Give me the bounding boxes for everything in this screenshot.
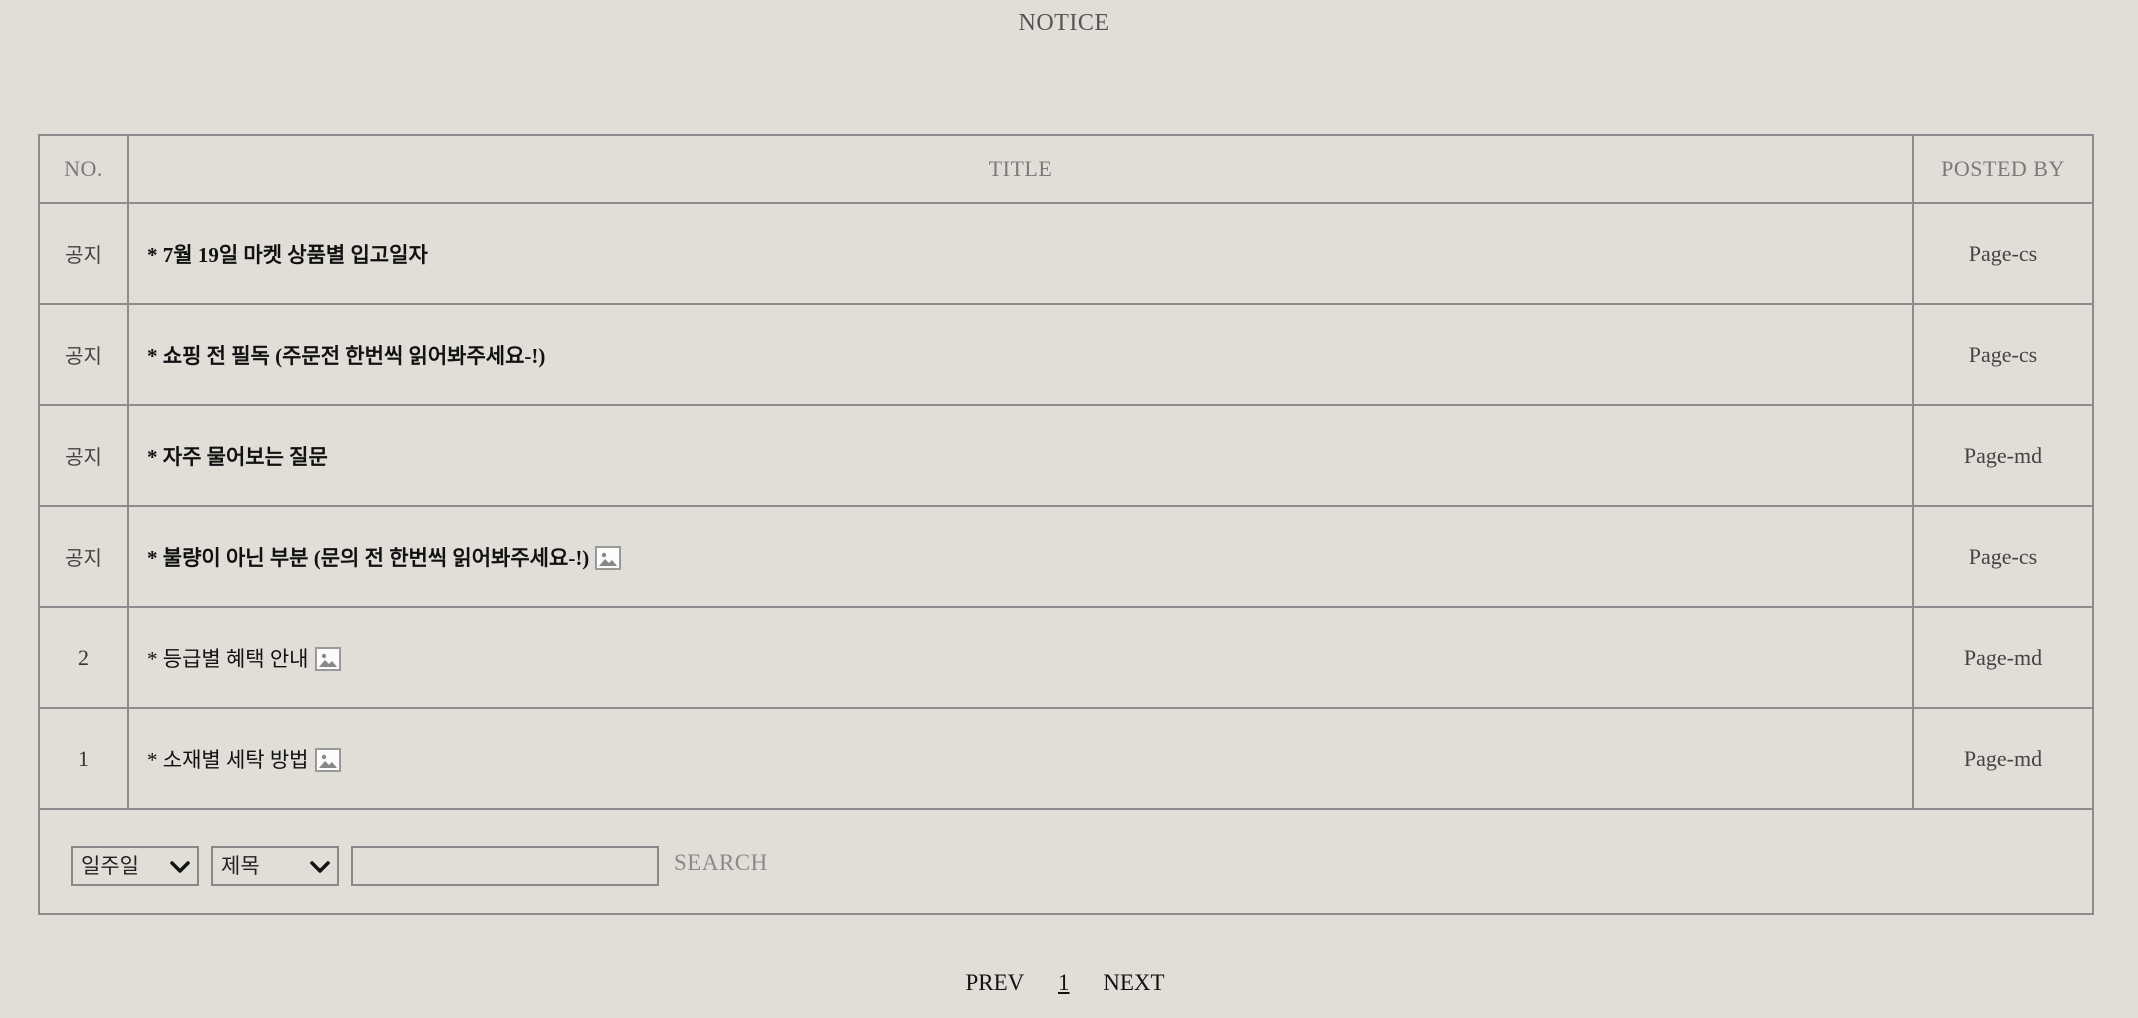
row-number: 공지 bbox=[40, 505, 129, 608]
table-row[interactable]: 공지 * 7월 19일 마켓 상품별 입고일자 Page-cs bbox=[40, 202, 2092, 305]
field-select-value: 제목 bbox=[221, 854, 260, 878]
row-title-cell: * 쇼핑 전 필독 (주문전 한번씩 읽어봐주세요-!) bbox=[127, 303, 1914, 406]
prev-page-button[interactable]: PREV bbox=[965, 970, 1024, 996]
row-posted-by: Page-cs bbox=[1912, 505, 2092, 608]
row-title-cell: * 소재별 세탁 방법 bbox=[127, 707, 1914, 810]
row-posted-by: Page-cs bbox=[1912, 202, 2092, 305]
row-title-cell: * 등급별 혜택 안내 bbox=[127, 606, 1914, 709]
image-icon bbox=[314, 646, 341, 671]
post-title-link[interactable]: * 쇼핑 전 필독 (주문전 한번씩 읽어봐주세요-!) bbox=[147, 344, 545, 368]
row-posted-by: Page-md bbox=[1912, 404, 2092, 507]
post-title-link[interactable]: * 자주 물어보는 질문 bbox=[147, 445, 328, 469]
search-input[interactable] bbox=[351, 846, 659, 886]
current-page-link[interactable]: 1 bbox=[1058, 970, 1070, 996]
notice-board: NO. TITLE POSTED BY 공지 * 7월 19일 마켓 상품별 입고… bbox=[38, 134, 2094, 915]
header-posted-by: POSTED BY bbox=[1912, 136, 2092, 204]
field-select[interactable]: 제목 bbox=[211, 846, 339, 886]
page-title: NOTICE bbox=[1018, 10, 1110, 36]
row-number: 2 bbox=[40, 606, 129, 709]
post-title-link[interactable]: * 소재별 세탁 방법 bbox=[147, 748, 309, 772]
table-row[interactable]: 공지 * 불량이 아닌 부분 (문의 전 한번씩 읽어봐주세요-!) Page-cs bbox=[40, 505, 2092, 608]
search-bar: 일주일 제목 SEARCH bbox=[40, 810, 2092, 913]
row-title-cell: * 7월 19일 마켓 상품별 입고일자 bbox=[127, 202, 1914, 305]
pagination: PREV 1 NEXT bbox=[0, 970, 2130, 996]
table-header-row: NO. TITLE POSTED BY bbox=[40, 136, 2092, 204]
chevron-down-icon bbox=[309, 854, 331, 890]
header-title: TITLE bbox=[127, 136, 1914, 204]
table-row[interactable]: 공지 * 자주 물어보는 질문 Page-md bbox=[40, 404, 2092, 507]
table-row[interactable]: 공지 * 쇼핑 전 필독 (주문전 한번씩 읽어봐주세요-!) Page-cs bbox=[40, 303, 2092, 406]
post-title-link[interactable]: * 불량이 아닌 부분 (문의 전 한번씩 읽어봐주세요-!) bbox=[147, 546, 589, 570]
next-page-button[interactable]: NEXT bbox=[1103, 970, 1164, 996]
notice-table: NO. TITLE POSTED BY 공지 * 7월 19일 마켓 상품별 입고… bbox=[40, 136, 2092, 810]
row-number: 공지 bbox=[40, 303, 129, 406]
period-select-value: 일주일 bbox=[81, 854, 139, 878]
row-title-cell: * 불량이 아닌 부분 (문의 전 한번씩 읽어봐주세요-!) bbox=[127, 505, 1914, 608]
search-button[interactable]: SEARCH bbox=[674, 850, 768, 876]
row-number: 공지 bbox=[40, 404, 129, 507]
chevron-down-icon bbox=[169, 854, 191, 890]
row-number: 1 bbox=[40, 707, 129, 810]
row-number: 공지 bbox=[40, 202, 129, 305]
header-no: NO. bbox=[40, 136, 129, 204]
row-posted-by: Page-cs bbox=[1912, 303, 2092, 406]
row-posted-by: Page-md bbox=[1912, 606, 2092, 709]
row-title-cell: * 자주 물어보는 질문 bbox=[127, 404, 1914, 507]
post-title-link[interactable]: * 등급별 혜택 안내 bbox=[147, 647, 309, 671]
image-icon bbox=[314, 747, 341, 772]
post-title-link[interactable]: * 7월 19일 마켓 상품별 입고일자 bbox=[147, 243, 428, 267]
table-row[interactable]: 2 * 등급별 혜택 안내 Page-md bbox=[40, 606, 2092, 709]
image-icon bbox=[595, 545, 622, 570]
period-select[interactable]: 일주일 bbox=[71, 846, 199, 886]
table-row[interactable]: 1 * 소재별 세탁 방법 Page-md bbox=[40, 707, 2092, 810]
row-posted-by: Page-md bbox=[1912, 707, 2092, 810]
